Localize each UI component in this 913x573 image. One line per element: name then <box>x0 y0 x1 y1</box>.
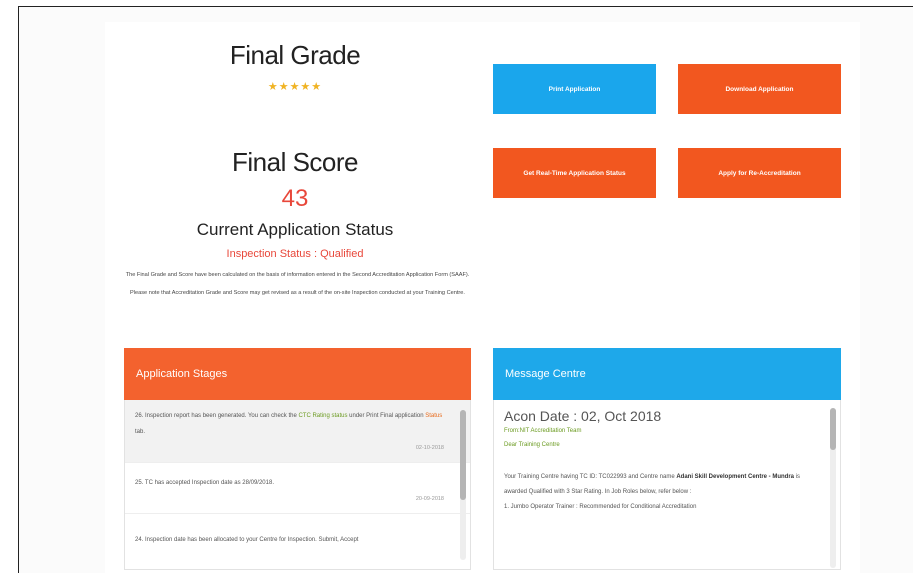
inspection-status-value: Inspection Status : Qualified <box>226 248 364 260</box>
messages-scroll-thumb[interactable] <box>830 408 836 450</box>
messages-scrollbar[interactable] <box>830 408 836 568</box>
application-stages-header: Application Stages <box>124 348 471 400</box>
star-rating-icon: ★★★★★ <box>267 81 323 93</box>
status-link[interactable]: Status <box>425 413 442 419</box>
message-centre-header: Message Centre <box>493 348 841 400</box>
stages-scroll-thumb[interactable] <box>460 410 466 500</box>
list-item: 24. Inspection date has been allocated t… <box>135 537 359 543</box>
apply-reaccreditation-button[interactable]: Apply for Re-Accreditation <box>678 148 841 198</box>
message-date: Acon Date : 02, Oct 2018 <box>504 408 662 424</box>
final-score-value: 43 <box>281 185 309 212</box>
application-status-title: Current Application Status <box>196 220 394 239</box>
rating-status-link[interactable]: CTC Rating status <box>298 413 347 419</box>
message-to: Dear Training Centre <box>504 442 560 448</box>
application-status-button[interactable]: Get Real-Time Application Status <box>493 148 656 198</box>
stages-scrollbar[interactable] <box>460 410 466 560</box>
grade-note: The Final Grade and Score have been calc… <box>125 272 470 296</box>
message-centre-card: Message Centre Acon Date : 02, Oct 2018 … <box>493 348 841 573</box>
stage-date: 02-10-2018 <box>415 445 444 451</box>
final-grade-section: Final Grade ★★★★★ <box>110 40 480 93</box>
list-item: 26. Inspection report has been generated… <box>125 400 470 463</box>
message-body: Your Training Centre having TC ID: TC022… <box>504 474 801 510</box>
message-from: From:NIT Accreditation Team <box>504 428 582 434</box>
application-stages-card: Application Stages 26. Inspection report… <box>124 348 471 573</box>
application-stages-list[interactable]: 26. Inspection report has been generated… <box>124 400 471 570</box>
download-application-button[interactable]: Download Application <box>678 64 841 114</box>
final-score-title: Final Score <box>232 147 359 177</box>
stage-date: 20-09-2018 <box>415 496 444 502</box>
print-application-button[interactable]: Print Application <box>493 64 656 114</box>
final-grade-title: Final Grade <box>229 40 361 70</box>
message-centre-body[interactable]: Acon Date : 02, Oct 2018 From:NIT Accred… <box>493 400 841 570</box>
list-item: 25. TC has accepted Inspection date as 2… <box>125 463 470 514</box>
centre-name: Adani Skill Development Centre - Mundra <box>676 474 795 480</box>
message-line: 1. Jumbo Operator Trainer : Recommended … <box>504 504 697 510</box>
